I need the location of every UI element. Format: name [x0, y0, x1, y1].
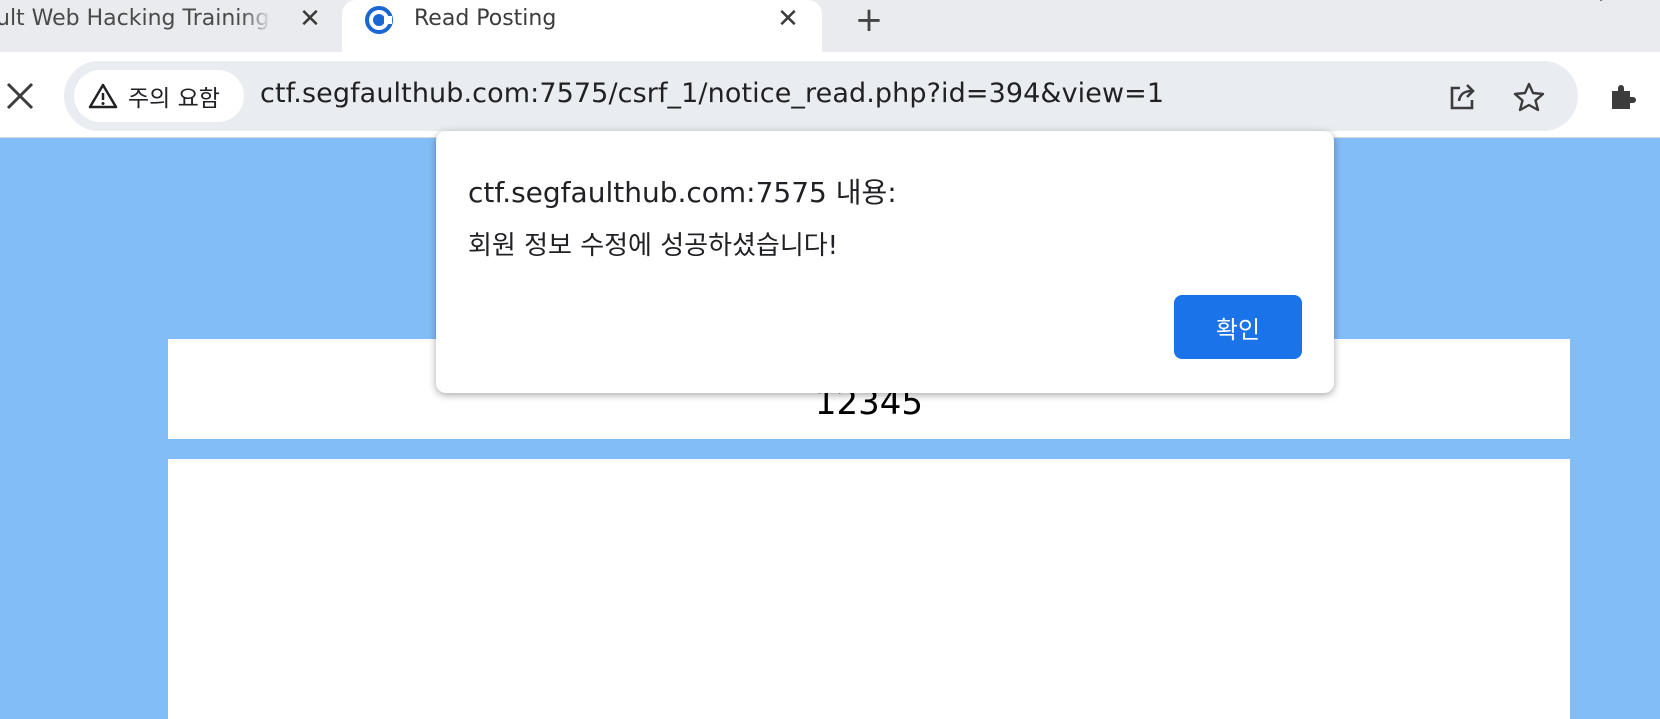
browser-toolbar: 주의 요함 ctf.segfaulthub.com:7575/csrf_1/no… [0, 52, 1660, 138]
tab-web-hacking-training[interactable]: ult Web Hacking Training ✕ [0, 0, 342, 52]
security-chip[interactable]: 주의 요함 [74, 70, 244, 122]
security-chip-label: 주의 요함 [128, 86, 220, 112]
tab-read-posting[interactable]: Read Posting ✕ [342, 0, 822, 52]
warning-icon [88, 83, 118, 109]
dialog-origin: ctf.segfaulthub.com:7575 내용: [468, 176, 897, 209]
ok-button[interactable]: 확인 [1174, 295, 1302, 359]
share-icon[interactable] [1446, 80, 1480, 114]
address-bar[interactable]: 주의 요함 ctf.segfaulthub.com:7575/csrf_1/no… [64, 61, 1578, 131]
segfault-logo-icon [365, 6, 393, 34]
post-content-box [168, 459, 1570, 719]
tab-title: ult Web Hacking Training [0, 6, 272, 31]
plus-icon[interactable]: + [852, 3, 886, 37]
dialog-message: 회원 정보 수정에 성공하셨습니다! [468, 231, 839, 261]
chevron-down-icon[interactable] [1592, 0, 1610, 6]
star-icon[interactable] [1512, 80, 1546, 114]
close-icon[interactable]: ✕ [296, 4, 324, 34]
close-icon[interactable]: ✕ [774, 4, 802, 34]
tab-strip: ult Web Hacking Training ✕ Read Posting … [0, 0, 1660, 52]
close-icon[interactable] [2, 78, 38, 114]
url-text[interactable]: ctf.segfaulthub.com:7575/csrf_1/notice_r… [260, 78, 1164, 109]
puzzle-icon[interactable] [1606, 79, 1640, 113]
alert-dialog: ctf.segfaulthub.com:7575 내용: 회원 정보 수정에 성… [436, 131, 1334, 393]
tab-title: Read Posting [414, 6, 557, 31]
